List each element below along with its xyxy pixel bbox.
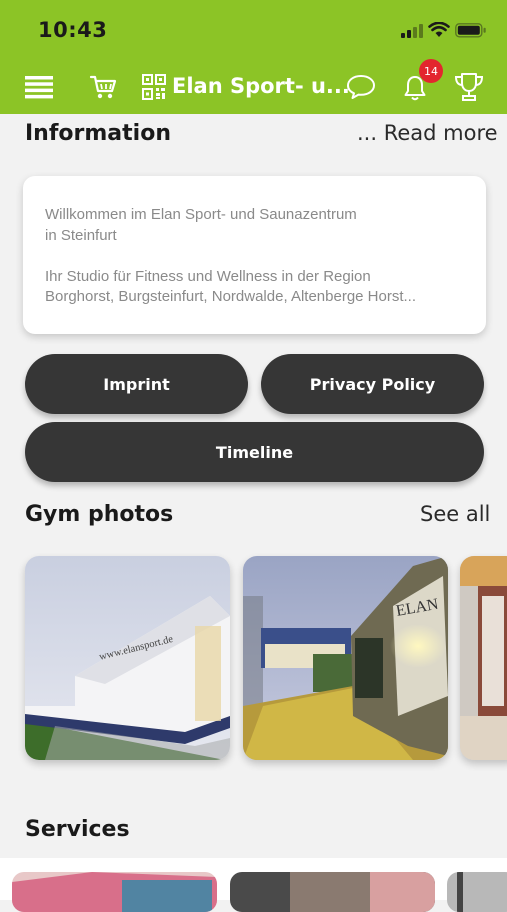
menu-icon[interactable] [24,73,54,101]
notification-badge: 14 [419,59,443,83]
cellular-signal-icon [401,24,423,38]
info-text-line: in Steinfurt [45,226,117,244]
imprint-button[interactable]: Imprint [25,354,248,414]
cart-icon[interactable] [88,72,118,102]
status-bar: 10:43 [0,0,507,60]
service-card[interactable] [447,872,507,912]
wifi-icon [428,22,450,37]
service-card[interactable] [12,872,217,912]
service-card[interactable] [230,872,435,912]
status-time: 10:43 [38,18,108,42]
timeline-button[interactable]: Timeline [25,422,484,482]
trophy-icon[interactable] [452,70,486,104]
info-text-line: Borghorst, Burgsteinfurt, Nordwalde, Alt… [45,288,417,305]
gym-photo-entrance[interactable]: ELAN [243,556,448,760]
gym-photo-interior[interactable] [460,556,507,760]
privacy-policy-button[interactable]: Privacy Policy [261,354,484,414]
info-text-line: Ihr Studio für Fitness und Wellness in d… [45,267,371,285]
see-all-link[interactable]: See all [420,502,490,526]
chat-bubble-icon[interactable] [345,72,377,102]
information-heading: Information [25,121,171,146]
battery-icon [455,23,486,38]
information-card[interactable]: Willkommen im Elan Sport- und Saunazentr… [23,176,486,334]
info-text-line: Willkommen im Elan Sport- und Saunazentr… [45,206,357,223]
gym-photo-exterior[interactable]: www.elansport.de [25,556,230,760]
gym-photos-heading: Gym photos [25,502,174,527]
qr-code-icon[interactable] [142,74,166,100]
app-title[interactable]: Elan Sport- u... [172,74,350,98]
read-more-link[interactable]: ... Read more [357,121,498,145]
services-heading: Services [25,817,130,842]
